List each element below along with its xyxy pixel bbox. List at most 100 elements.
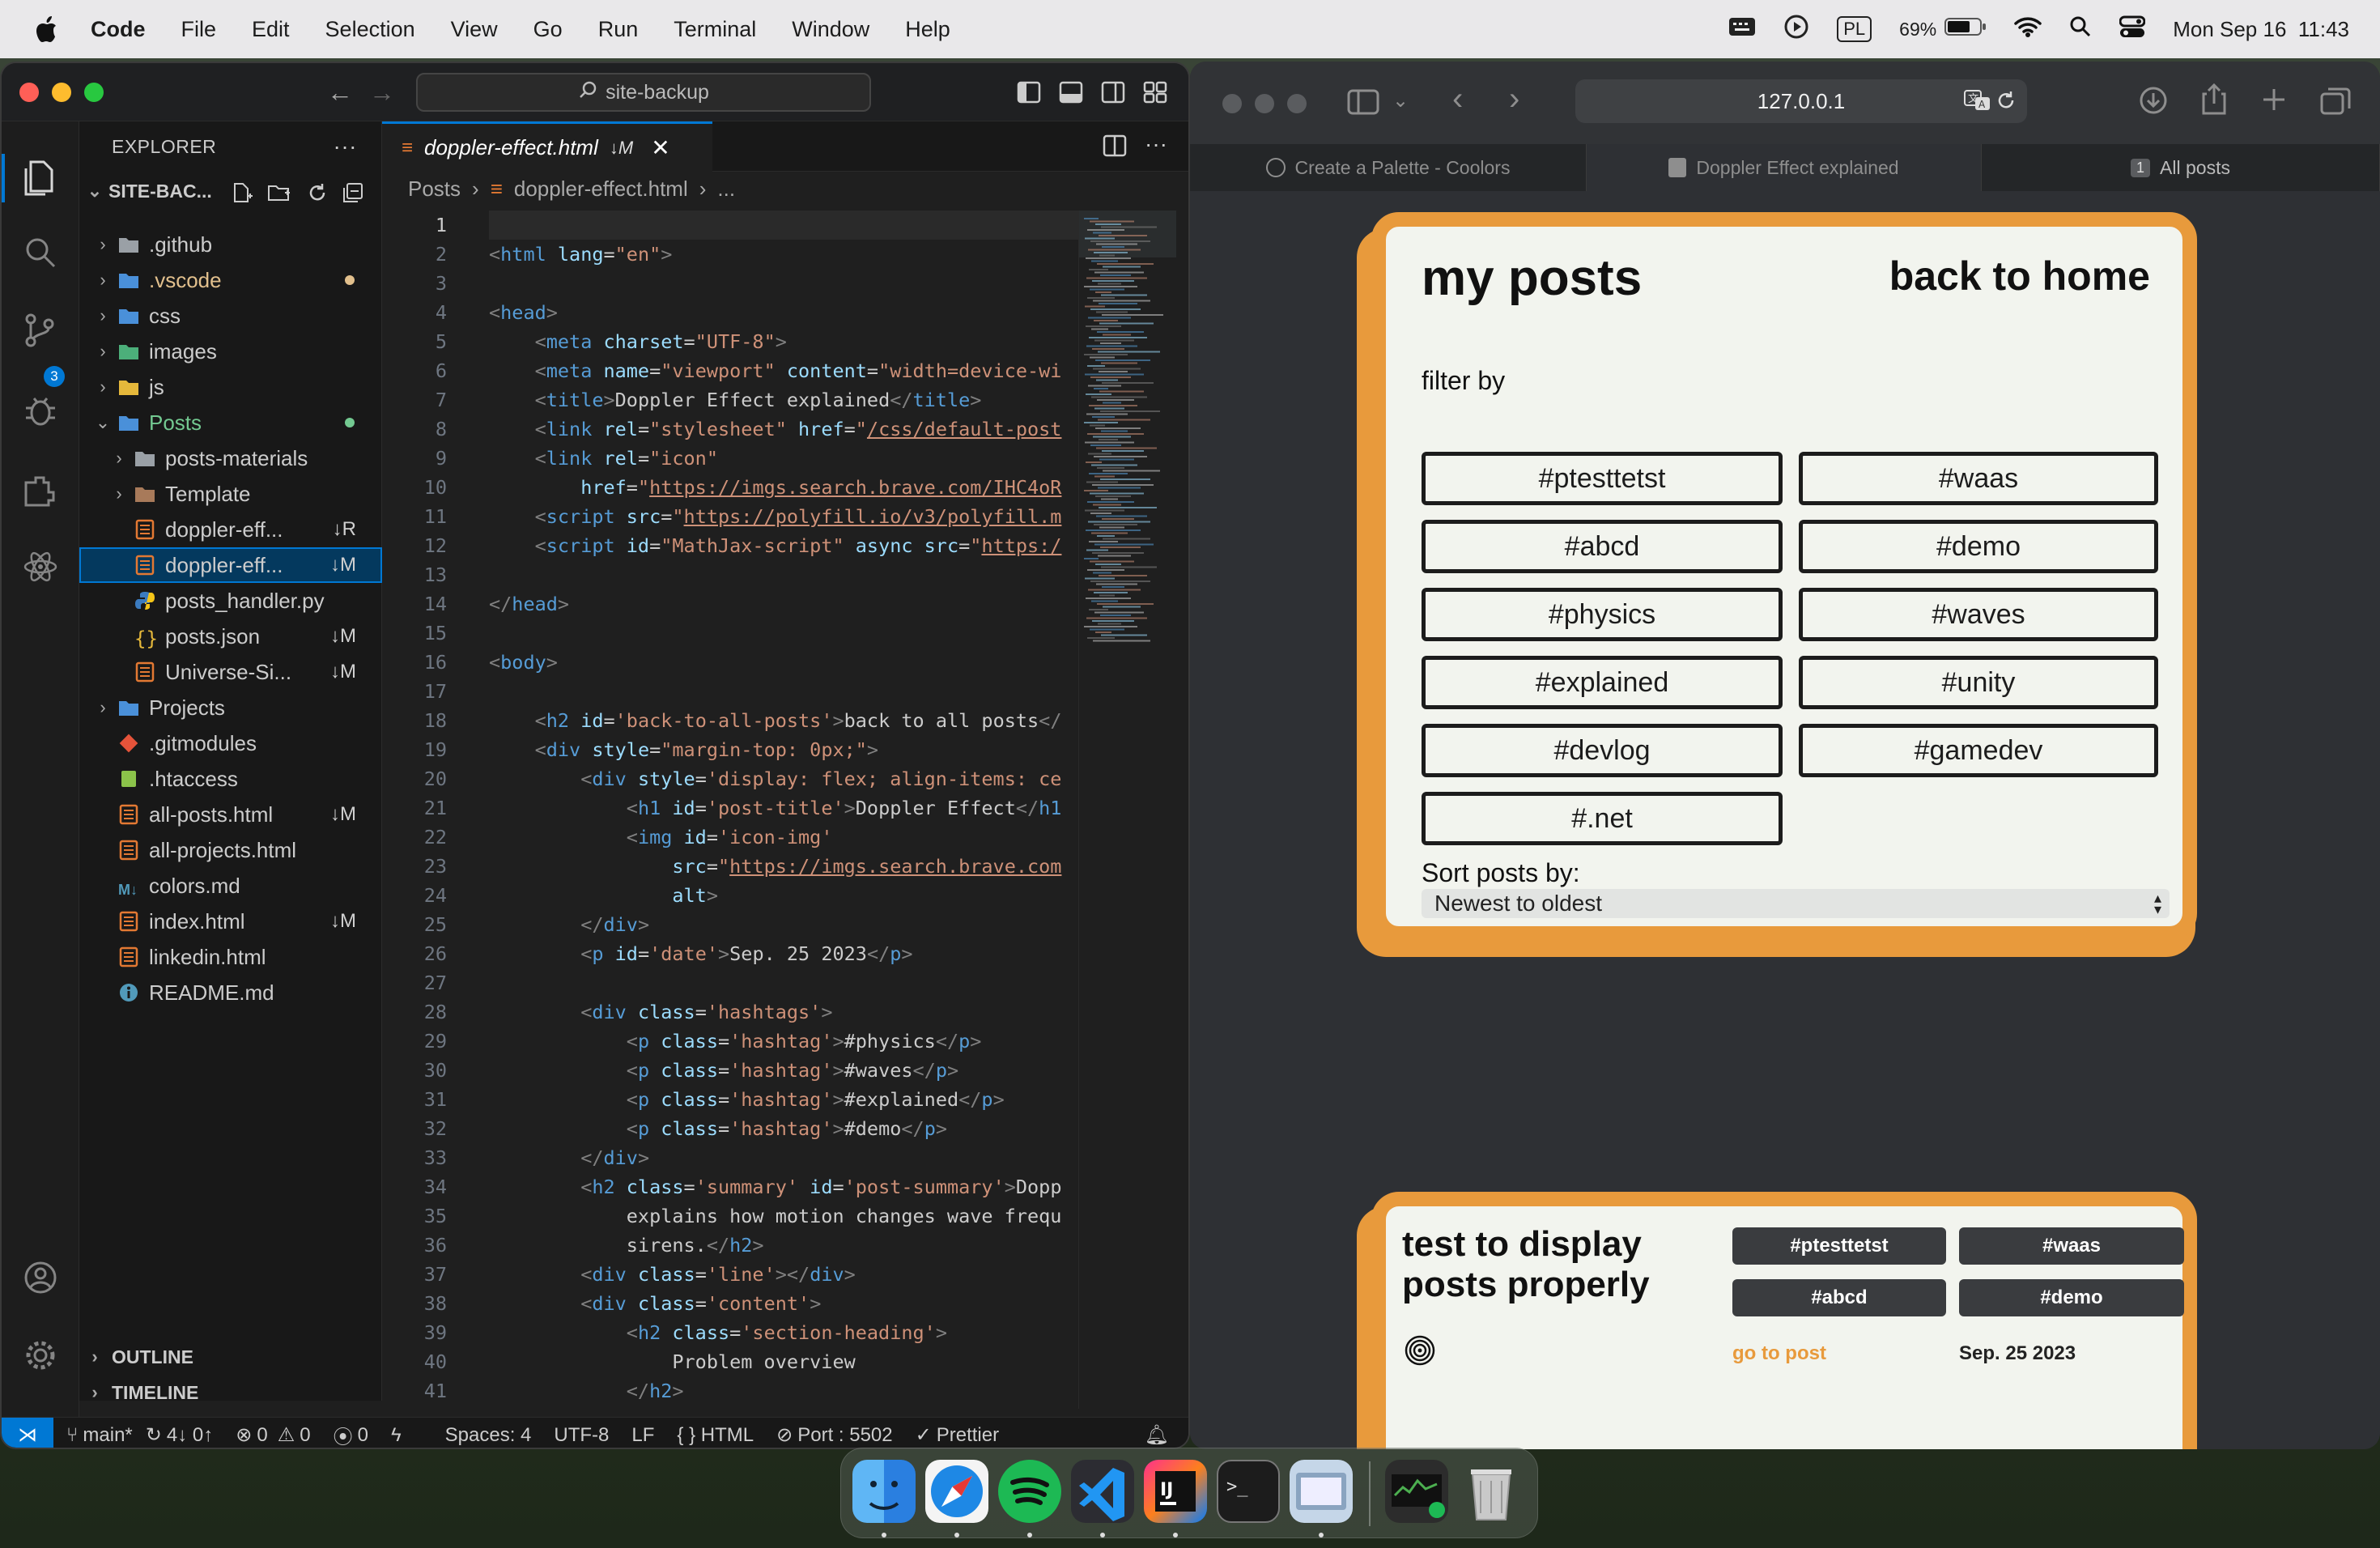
code-line[interactable]: 11 <script src="https://polyfill.io/v3/p… bbox=[382, 502, 1078, 531]
tree-item[interactable]: index.html ↓M bbox=[79, 904, 382, 939]
filter-tag-button[interactable]: #abcd bbox=[1422, 520, 1783, 573]
minimize-window-button[interactable] bbox=[52, 83, 71, 102]
go-to-post-link[interactable]: go to post bbox=[1732, 1342, 1826, 1365]
activity-monitor-icon[interactable] bbox=[1385, 1460, 1448, 1523]
status-ports[interactable]: 0 bbox=[358, 1424, 368, 1447]
share-icon[interactable] bbox=[2200, 83, 2228, 119]
tab-doppler-effect-html[interactable]: ≡ doppler-effect.html ↓M ✕ bbox=[382, 121, 712, 172]
account-icon[interactable] bbox=[23, 1260, 58, 1295]
customize-layout-icon[interactable] bbox=[1143, 81, 1167, 108]
filter-tag-button[interactable]: #waas bbox=[1799, 452, 2158, 505]
command-center-search[interactable]: site-backup bbox=[416, 73, 871, 112]
tree-item[interactable]: .gitmodules bbox=[79, 725, 382, 761]
code-line[interactable]: 23 src="https://imgs.search.brave.com bbox=[382, 852, 1078, 881]
chevron-right-icon[interactable]: › bbox=[94, 234, 112, 255]
tree-item[interactable]: Universe-Si... ↓M bbox=[79, 654, 382, 690]
toggle-primary-sidebar-icon[interactable] bbox=[1017, 81, 1041, 108]
back-to-home-link[interactable]: back to home bbox=[1889, 253, 2150, 300]
code-line[interactable]: 3 bbox=[382, 269, 1078, 298]
status-warnings[interactable]: 0 bbox=[300, 1424, 310, 1447]
breadcrumb-symbol[interactable]: ... bbox=[717, 176, 735, 202]
new-folder-icon[interactable] bbox=[267, 181, 291, 209]
more-actions-icon[interactable]: ··· bbox=[334, 134, 357, 159]
code-line[interactable]: 35 explains how motion changes wave freq… bbox=[382, 1201, 1078, 1231]
code-line[interactable]: 37 <div class='line'></div> bbox=[382, 1260, 1078, 1289]
zoom-window-button[interactable] bbox=[1287, 94, 1307, 113]
code-line[interactable]: 10 href="https://imgs.search.brave.com/I… bbox=[382, 473, 1078, 502]
wifi-icon[interactable] bbox=[2014, 15, 2042, 44]
filter-tag-button[interactable]: #unity bbox=[1799, 656, 2158, 709]
chevron-right-icon[interactable]: › bbox=[94, 376, 112, 398]
close-window-button[interactable] bbox=[1222, 94, 1242, 113]
code-line[interactable]: 34 <h2 class='summary' id='post-summary'… bbox=[382, 1172, 1078, 1201]
run-debug-icon[interactable] bbox=[23, 392, 58, 427]
tab-coolors[interactable]: Create a Palette - Coolors bbox=[1190, 144, 1587, 191]
code-line[interactable]: 21 <h1 id='post-title'>Doppler Effect</h… bbox=[382, 793, 1078, 823]
status-errors[interactable]: 0 bbox=[257, 1424, 267, 1447]
code-line[interactable]: 36 sirens.</h2> bbox=[382, 1231, 1078, 1260]
tab-all-posts[interactable]: 1 All posts bbox=[1982, 144, 2380, 191]
code-line[interactable]: 39 <h2 class='section-heading'> bbox=[382, 1318, 1078, 1347]
tree-item[interactable]: › images bbox=[79, 334, 382, 369]
code-line[interactable]: 33 </div> bbox=[382, 1143, 1078, 1172]
code-line[interactable]: 7 <title>Doppler Effect explained</title… bbox=[382, 385, 1078, 415]
menu-app-name[interactable]: Code bbox=[91, 17, 146, 42]
code-line[interactable]: 16 <body> bbox=[382, 648, 1078, 677]
status-prettier[interactable]: Prettier bbox=[937, 1424, 999, 1447]
code-line[interactable]: 6 <meta name="viewport" content="width=d… bbox=[382, 356, 1078, 385]
address-bar[interactable]: 127.0.0.1 文A bbox=[1575, 79, 2027, 123]
tree-item[interactable]: ⌄ Posts bbox=[79, 405, 382, 440]
chevron-down-icon[interactable]: ⌄ bbox=[1392, 89, 1409, 113]
code-line[interactable]: 22 <img id='icon-img' bbox=[382, 823, 1078, 852]
breadcrumb-file[interactable]: doppler-effect.html bbox=[514, 176, 688, 202]
extensions-icon[interactable] bbox=[23, 471, 58, 507]
translate-icon[interactable]: 文A bbox=[1964, 89, 1991, 117]
trash-icon[interactable] bbox=[1460, 1460, 1523, 1523]
intellij-icon[interactable]: IJ bbox=[1144, 1460, 1207, 1523]
menu-edit[interactable]: Edit bbox=[252, 17, 290, 42]
play-icon[interactable] bbox=[1783, 14, 1809, 45]
close-tab-icon[interactable]: ✕ bbox=[651, 134, 669, 161]
back-chevron-icon[interactable]: ‹ bbox=[1452, 81, 1463, 117]
tab-overview-icon[interactable] bbox=[2320, 86, 2351, 119]
chevron-right-icon[interactable]: › bbox=[94, 305, 112, 326]
tree-item[interactable]: M↓ colors.md bbox=[79, 868, 382, 904]
menu-window[interactable]: Window bbox=[792, 17, 869, 42]
chevron-right-icon[interactable]: › bbox=[94, 341, 112, 362]
outline-section[interactable]: › OUTLINE bbox=[79, 1339, 382, 1375]
menu-selection[interactable]: Selection bbox=[325, 17, 415, 42]
menu-run[interactable]: Run bbox=[598, 17, 639, 42]
notifications-bell-icon[interactable]: 🔔︎ bbox=[1145, 1423, 1169, 1447]
status-language[interactable]: { } HTML bbox=[677, 1424, 754, 1447]
control-center-icon[interactable] bbox=[2119, 15, 2146, 44]
tree-item[interactable]: all-posts.html ↓M bbox=[79, 797, 382, 832]
post-tag[interactable]: #abcd bbox=[1732, 1279, 1946, 1316]
apple-icon[interactable] bbox=[32, 15, 60, 43]
code-line[interactable]: 32 <p class='hashtag'>#demo</p> bbox=[382, 1114, 1078, 1143]
toggle-panel-icon[interactable] bbox=[1059, 81, 1083, 108]
code-line[interactable]: 2 <html lang="en"> bbox=[382, 240, 1078, 269]
post-card[interactable]: test to display posts properly #ptesttet… bbox=[1371, 1192, 2197, 1449]
react-atom-icon[interactable] bbox=[23, 549, 58, 585]
tree-item[interactable]: linkedin.html bbox=[79, 939, 382, 975]
code-line[interactable]: 5 <meta charset="UTF-8"> bbox=[382, 327, 1078, 356]
new-tab-icon[interactable] bbox=[2260, 86, 2288, 117]
tree-item[interactable]: doppler-eff... ↓R bbox=[79, 512, 382, 547]
spotlight-search-icon[interactable] bbox=[2069, 15, 2092, 44]
code-line[interactable]: 26 <p id='date'>Sep. 25 2023</p> bbox=[382, 939, 1078, 968]
menu-file[interactable]: File bbox=[181, 17, 217, 42]
filter-tag-button[interactable]: #explained bbox=[1422, 656, 1783, 709]
menu-clock[interactable]: Mon Sep 16 11:43 bbox=[2173, 17, 2349, 42]
code-line[interactable]: 14 </head> bbox=[382, 589, 1078, 619]
search-icon[interactable] bbox=[23, 235, 58, 270]
tree-item[interactable]: › posts-materials bbox=[79, 440, 382, 476]
tree-item[interactable]: › .vscode bbox=[79, 262, 382, 298]
status-sync[interactable]: 4↓ 0↑ bbox=[167, 1424, 213, 1447]
reload-icon[interactable] bbox=[1995, 89, 2017, 117]
terminal-icon[interactable]: >_ bbox=[1217, 1460, 1280, 1523]
workspace-root[interactable]: ⌄ SITE-BAC... bbox=[79, 173, 382, 209]
editor-more-actions-icon[interactable]: ··· bbox=[1145, 131, 1167, 157]
toggle-secondary-sidebar-icon[interactable] bbox=[1101, 81, 1125, 108]
code-line[interactable]: 25 </div> bbox=[382, 910, 1078, 939]
menu-terminal[interactable]: Terminal bbox=[674, 17, 756, 42]
